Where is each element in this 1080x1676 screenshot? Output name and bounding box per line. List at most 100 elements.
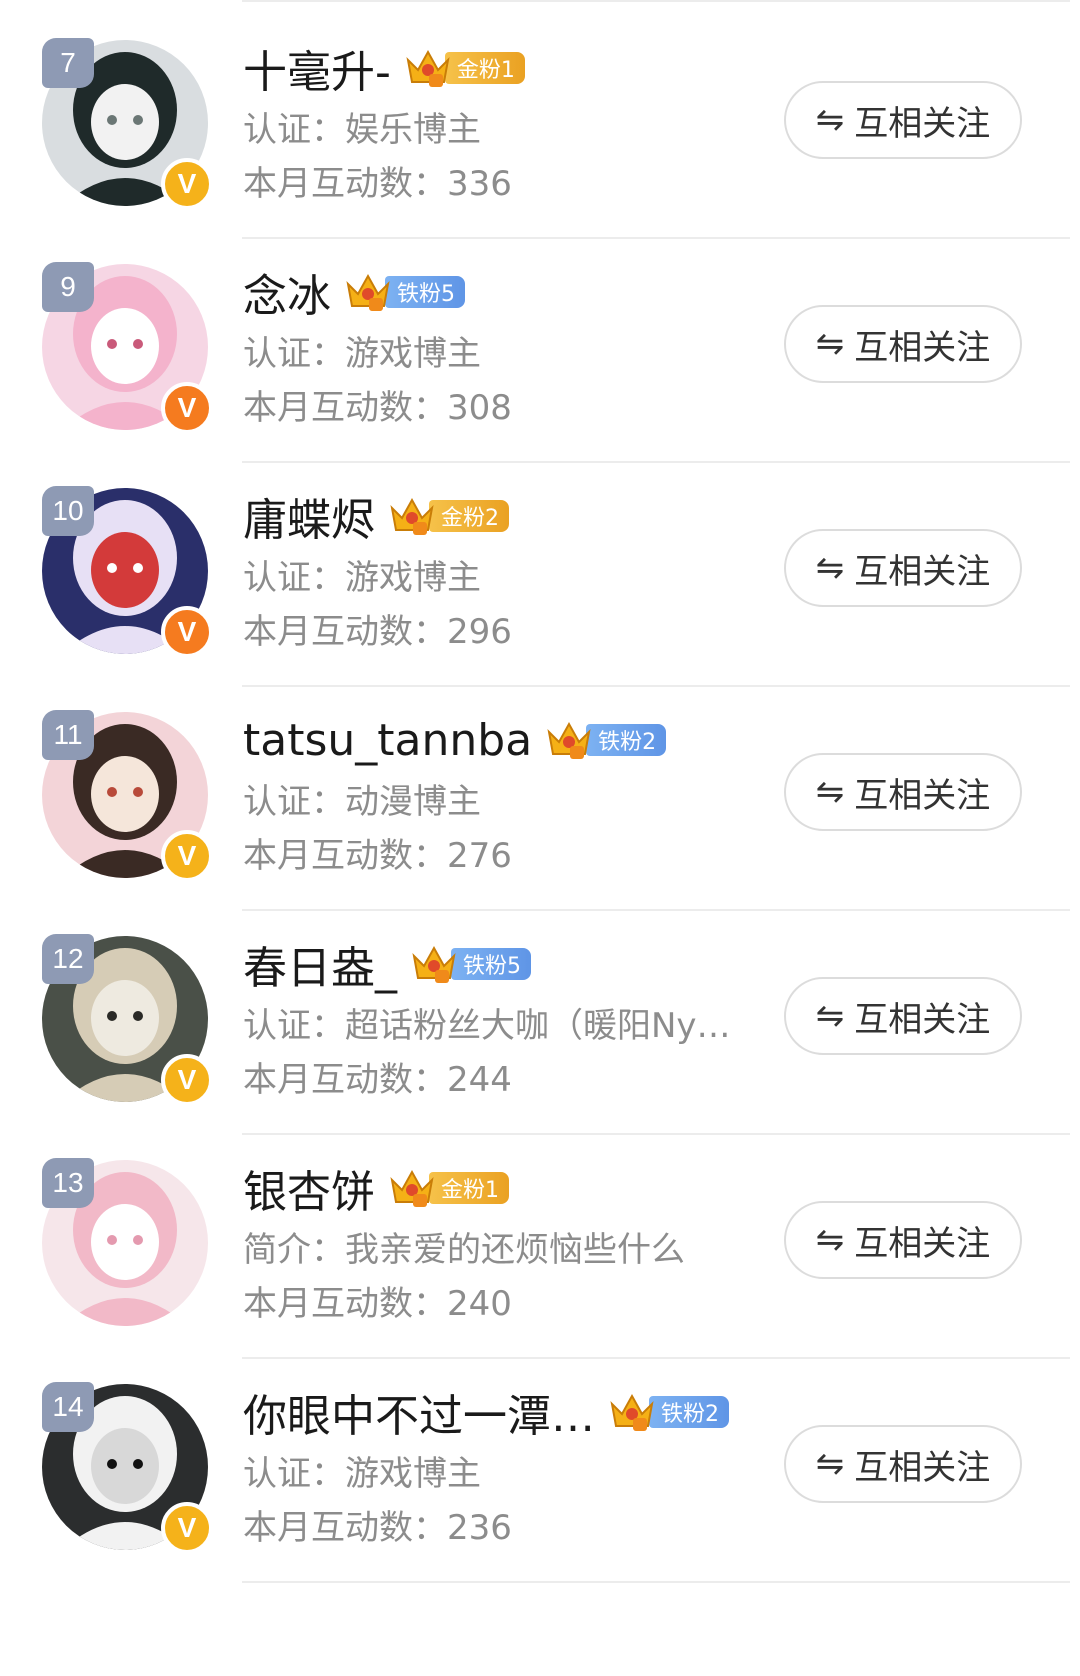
fan-level-label: 金粉2 (429, 500, 509, 532)
user-name[interactable]: 十毫升- (243, 36, 391, 100)
rank-number: 9 (60, 271, 76, 302)
mutual-follow-button[interactable]: ⇋ 互相关注 (784, 81, 1022, 159)
verified-v-glyph: V (177, 1512, 197, 1543)
list-item[interactable]: 13 V 银杏饼 金粉1 简介：我亲爱的还烦恼些什么 本月互动数：240 ⇋ 互… (0, 1122, 1080, 1359)
monthly-interaction-count: 本月互动数：240 (243, 1284, 512, 1324)
swap-arrows-icon: ⇋ (815, 548, 845, 588)
verified-v-glyph: V (177, 840, 197, 871)
list-item[interactable]: 14 V 你眼中不过一潭… 铁粉2 认证：游戏博主 本月互动数：236 ⇋ 互相… (0, 1346, 1080, 1583)
user-description: 认证：娱乐博主 (243, 110, 481, 150)
row-divider (242, 1581, 1070, 1583)
fan-level-label: 铁粉5 (385, 276, 465, 308)
rank-number: 13 (52, 1167, 84, 1198)
rank-tag: 12 (42, 934, 94, 984)
mutual-follow-label: 互相关注 (854, 327, 991, 368)
swap-arrows-icon: ⇋ (815, 772, 845, 812)
list-item[interactable]: 10 V 庸蝶烬 金粉2 认证：游戏博主 本月互动数：296 ⇋ 互相关注 (0, 450, 1080, 687)
verified-v-icon: V (161, 1502, 213, 1554)
name-line: 念冰 铁粉5 (243, 264, 465, 322)
name-line: 春日盎_ 铁粉5 (243, 936, 531, 994)
crown-icon (389, 496, 435, 536)
mutual-follow-button[interactable]: ⇋ 互相关注 (784, 977, 1022, 1055)
list-item[interactable]: 7 V 十毫升- 金粉1 认证：娱乐博主 本月互动数：336 ⇋ 互相关注 (0, 2, 1080, 239)
rank-number: 7 (60, 47, 76, 78)
verified-v-icon: V (161, 1054, 213, 1106)
verified-v-icon: V (161, 830, 213, 882)
mutual-follow-button[interactable]: ⇋ 互相关注 (784, 305, 1022, 383)
rank-number: 14 (52, 1391, 84, 1422)
fan-badge[interactable]: 铁粉5 (411, 945, 531, 983)
user-description: 简介：我亲爱的还烦恼些什么 (243, 1230, 685, 1270)
list-item[interactable]: 9 V 念冰 铁粉5 认证：游戏博主 本月互动数：308 ⇋ 互相关注 (0, 226, 1080, 463)
mutual-follow-button[interactable]: ⇋ 互相关注 (784, 1425, 1022, 1503)
crown-icon (345, 272, 391, 312)
list-item[interactable]: 12 V 春日盎_ 铁粉5 认证：超话粉丝大咖（暖阳Ny… 本月互动数：244 … (0, 898, 1080, 1135)
crown-icon (411, 944, 457, 984)
mutual-follow-button[interactable]: ⇋ 互相关注 (784, 1201, 1022, 1279)
name-line: 十毫升- 金粉1 (243, 40, 525, 98)
verified-v-glyph: V (177, 616, 197, 647)
swap-arrows-icon: ⇋ (815, 1220, 845, 1260)
rank-tag: 14 (42, 1382, 94, 1432)
user-name[interactable]: 念冰 (243, 260, 331, 324)
fan-badge[interactable]: 金粉1 (405, 49, 525, 87)
mutual-follow-label: 互相关注 (854, 1223, 991, 1264)
swap-arrows-icon: ⇋ (815, 1444, 845, 1484)
name-line: 你眼中不过一潭… 铁粉2 (243, 1384, 729, 1442)
verified-v-icon: V (161, 606, 213, 658)
mutual-follow-button[interactable]: ⇋ 互相关注 (784, 529, 1022, 607)
crown-icon (405, 48, 451, 88)
mutual-follow-label: 互相关注 (854, 999, 991, 1040)
fan-badge[interactable]: 铁粉2 (609, 1393, 729, 1431)
fan-level-label: 铁粉5 (451, 948, 531, 980)
mutual-follow-label: 互相关注 (854, 775, 991, 816)
mutual-follow-button[interactable]: ⇋ 互相关注 (784, 753, 1022, 831)
swap-arrows-icon: ⇋ (815, 100, 845, 140)
fan-level-label: 铁粉2 (586, 724, 667, 756)
rank-tag: 7 (42, 38, 94, 88)
fan-badge[interactable]: 铁粉5 (345, 273, 465, 311)
crown-icon (609, 1392, 655, 1432)
monthly-interaction-count: 本月互动数：336 (243, 164, 512, 204)
swap-arrows-icon: ⇋ (815, 996, 845, 1036)
name-line: 银杏饼 金粉1 (243, 1160, 509, 1218)
fan-badge[interactable]: 金粉2 (389, 497, 509, 535)
verified-v-icon: V (161, 158, 213, 210)
list-item[interactable]: 11 V tatsu_tannba 铁粉2 认证：动漫博主 本月互动数：276 … (0, 674, 1080, 911)
user-name[interactable]: 春日盎_ (243, 932, 397, 996)
user-name[interactable]: tatsu_tannba (243, 715, 532, 766)
user-description: 认证：动漫博主 (243, 782, 481, 822)
crown-icon (389, 1168, 435, 1208)
name-line: tatsu_tannba 铁粉2 (243, 712, 667, 768)
monthly-interaction-count: 本月互动数：308 (243, 388, 512, 428)
rank-tag: 10 (42, 486, 94, 536)
verified-v-glyph: V (177, 1064, 197, 1095)
swap-arrows-icon: ⇋ (815, 324, 845, 364)
fan-level-label: 金粉1 (429, 1172, 509, 1204)
crown-icon (546, 720, 592, 760)
rank-number: 12 (52, 943, 84, 974)
user-name[interactable]: 银杏饼 (243, 1156, 375, 1220)
fan-badge[interactable]: 铁粉2 (546, 720, 667, 760)
rank-number: 10 (52, 495, 84, 526)
rank-tag: 11 (42, 710, 94, 760)
fan-level-label: 铁粉2 (649, 1396, 729, 1428)
fan-level-label: 金粉1 (444, 52, 525, 84)
user-description: 认证：游戏博主 (243, 558, 481, 598)
name-line: 庸蝶烬 金粉2 (243, 488, 509, 546)
user-name[interactable]: 你眼中不过一潭… (243, 1380, 595, 1444)
verified-v-glyph: V (177, 392, 197, 423)
user-description: 认证：超话粉丝大咖（暖阳Ny… (243, 1006, 731, 1046)
monthly-interaction-count: 本月互动数：236 (243, 1508, 512, 1548)
monthly-interaction-count: 本月互动数：244 (243, 1060, 512, 1100)
user-description: 认证：游戏博主 (243, 334, 481, 374)
user-name[interactable]: 庸蝶烬 (243, 484, 375, 548)
monthly-interaction-count: 本月互动数：276 (243, 836, 512, 876)
rank-tag: 13 (42, 1158, 94, 1208)
mutual-follow-label: 互相关注 (854, 551, 991, 592)
verified-v-glyph: V (177, 168, 197, 199)
mutual-follow-label: 互相关注 (854, 103, 991, 144)
monthly-interaction-count: 本月互动数：296 (243, 612, 512, 652)
verified-v-icon: V (161, 382, 213, 434)
fan-badge[interactable]: 金粉1 (389, 1169, 509, 1207)
